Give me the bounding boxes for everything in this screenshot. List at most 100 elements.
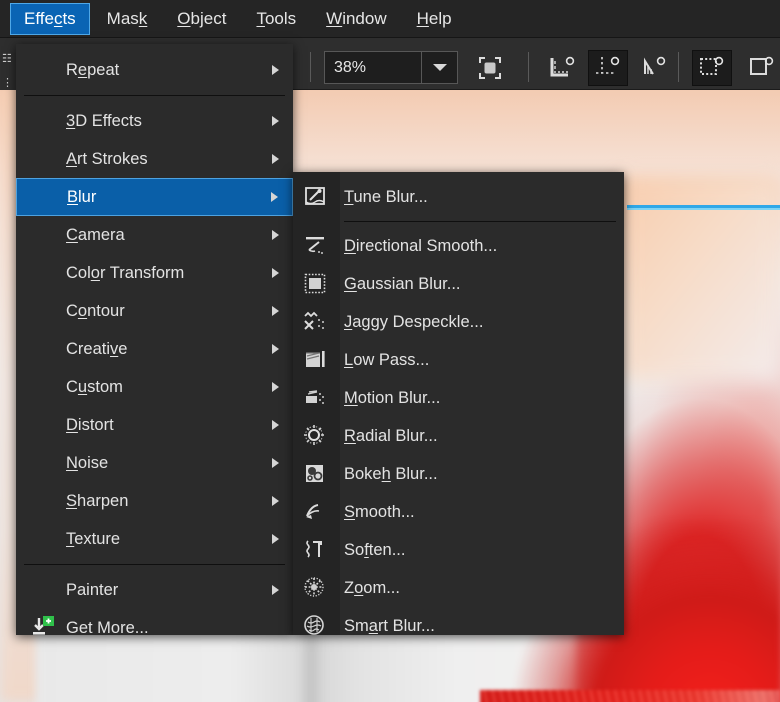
submenu-arrow-icon (272, 306, 279, 316)
rulers-button[interactable] (542, 50, 582, 86)
smooth-icon (301, 498, 331, 526)
toolbar-separator-1 (310, 52, 311, 82)
submenu-arrow-icon (272, 585, 279, 595)
blur-item-motion-blur[interactable]: Motion Blur... (293, 379, 624, 417)
blur-item-soften[interactable]: Soften... (293, 531, 624, 569)
blur-item-low-pass[interactable]: Low Pass... (293, 341, 624, 379)
guidelines-button[interactable] (634, 50, 674, 86)
toolbar-separator-3 (678, 52, 679, 82)
effects-menu: Repeat 3D Effects Art Strokes Blur Camera Col… (16, 44, 293, 637)
menu-item-label: Camera (66, 225, 125, 244)
directional-smooth-icon (301, 232, 331, 260)
submenu-arrow-icon (272, 420, 279, 430)
blur-item-zoom[interactable]: Zoom... (293, 569, 624, 607)
menu-tools[interactable]: Tools (243, 4, 309, 34)
download-plus-icon (30, 615, 56, 641)
menu-item-label: Smooth... (344, 502, 415, 521)
menu-item-label: Contour (66, 301, 125, 320)
blur-item-gaussian-blur[interactable]: Gaussian Blur... (293, 265, 624, 303)
menu-label: Effects (24, 9, 76, 28)
chevron-down-icon[interactable] (421, 52, 457, 83)
menu-item-label: Tune Blur... (344, 187, 428, 206)
menu-effects[interactable]: Effects (10, 3, 90, 35)
effects-item-3d-effects[interactable]: 3D Effects (16, 102, 293, 140)
grid-button[interactable] (588, 50, 628, 86)
effects-item-painter[interactable]: Painter (16, 571, 293, 609)
snap-to-objects-button[interactable] (692, 50, 732, 86)
toolbar-separator-2 (528, 52, 529, 82)
effects-item-custom[interactable]: Custom (16, 368, 293, 406)
menu-item-label: Soften... (344, 540, 406, 559)
effects-item-get-more[interactable]: Get More... (16, 609, 293, 647)
menu-separator (344, 221, 616, 222)
effects-item-repeat[interactable]: Repeat (16, 51, 293, 89)
menu-item-label: Sharpen (66, 491, 129, 510)
snap-to-page-button[interactable] (742, 50, 780, 86)
effects-item-texture[interactable]: Texture (16, 520, 293, 558)
menu-separator (24, 564, 285, 565)
menu-mask[interactable]: Mask (94, 4, 161, 34)
effects-item-camera[interactable]: Camera (16, 216, 293, 254)
menu-item-label: Art Strokes (66, 149, 148, 168)
bokeh-blur-icon (301, 460, 331, 488)
blur-item-bokeh-blur[interactable]: Bokeh Blur... (293, 455, 624, 493)
grid-icon (594, 55, 622, 81)
blur-item-smart-blur[interactable]: Smart Blur... (293, 607, 624, 645)
zoom-level-combobox[interactable]: 38% (324, 51, 458, 84)
submenu-arrow-icon (272, 534, 279, 544)
menu-separator (24, 95, 285, 96)
menu-item-label: Zoom... (344, 578, 400, 597)
menu-item-label: Repeat (66, 60, 120, 79)
menu-item-label: Bokeh Blur... (344, 464, 438, 483)
blur-item-radial-blur[interactable]: Radial Blur... (293, 417, 624, 455)
menu-item-label: Painter (66, 580, 119, 599)
menu-object[interactable]: Object (164, 4, 239, 34)
fit-to-window-button[interactable] (470, 50, 510, 86)
effects-item-sharpen[interactable]: Sharpen (16, 482, 293, 520)
menu-window[interactable]: Window (313, 4, 399, 34)
motion-blur-icon (301, 384, 331, 412)
blur-item-directional-smooth[interactable]: Directional Smooth... (293, 227, 624, 265)
effects-item-color-transform[interactable]: Color Transform (16, 254, 293, 292)
menu-item-label: Smart Blur... (344, 616, 435, 635)
submenu-arrow-icon (272, 268, 279, 278)
blur-item-tune-blur[interactable]: Tune Blur... (293, 178, 624, 216)
menu-item-label: Color Transform (66, 263, 185, 282)
zoom-blur-icon (301, 574, 331, 602)
submenu-arrow-icon (272, 116, 279, 126)
effects-item-art-strokes[interactable]: Art Strokes (16, 140, 293, 178)
page-outline-icon (748, 55, 776, 81)
menu-item-label: Motion Blur... (344, 388, 441, 407)
toolbar-fragment-icon-2[interactable]: ⋮ (2, 78, 13, 89)
submenu-arrow-icon (272, 458, 279, 468)
submenu-arrow-icon (272, 65, 279, 75)
toolbar-fragment-icon-1[interactable]: ☷ (2, 54, 12, 65)
menu-item-label: Blur (67, 187, 97, 206)
menu-item-label: Gaussian Blur... (344, 274, 461, 293)
menu-label: Mask (106, 9, 148, 28)
ruler-icon (548, 55, 576, 81)
submenu-arrow-icon (272, 382, 279, 392)
effects-item-blur[interactable]: Blur (16, 178, 293, 216)
effects-item-contour[interactable]: Contour (16, 292, 293, 330)
soften-icon (301, 536, 331, 564)
blur-item-jaggy-despeckle[interactable]: Jaggy Despeckle... (293, 303, 624, 341)
submenu-arrow-icon (272, 344, 279, 354)
effects-item-noise[interactable]: Noise (16, 444, 293, 482)
effects-item-creative[interactable]: Creative (16, 330, 293, 368)
menu-item-label: Low Pass... (344, 350, 430, 369)
marquee-dotted-icon (698, 55, 726, 81)
blur-item-smooth[interactable]: Smooth... (293, 493, 624, 531)
zoom-level-value[interactable]: 38% (325, 52, 421, 83)
effects-item-distort[interactable]: Distort (16, 406, 293, 444)
menu-help[interactable]: Help (404, 4, 465, 34)
menu-item-label: Custom (66, 377, 123, 396)
menu-label: Window (326, 9, 387, 28)
smart-blur-icon (301, 612, 331, 640)
tune-blur-icon (301, 183, 331, 211)
menu-item-label: Radial Blur... (344, 426, 438, 445)
menu-label: Help (416, 9, 452, 28)
submenu-arrow-icon (272, 496, 279, 506)
selection-marquee-edge-inner (627, 208, 780, 210)
menu-label: Object (177, 9, 227, 28)
